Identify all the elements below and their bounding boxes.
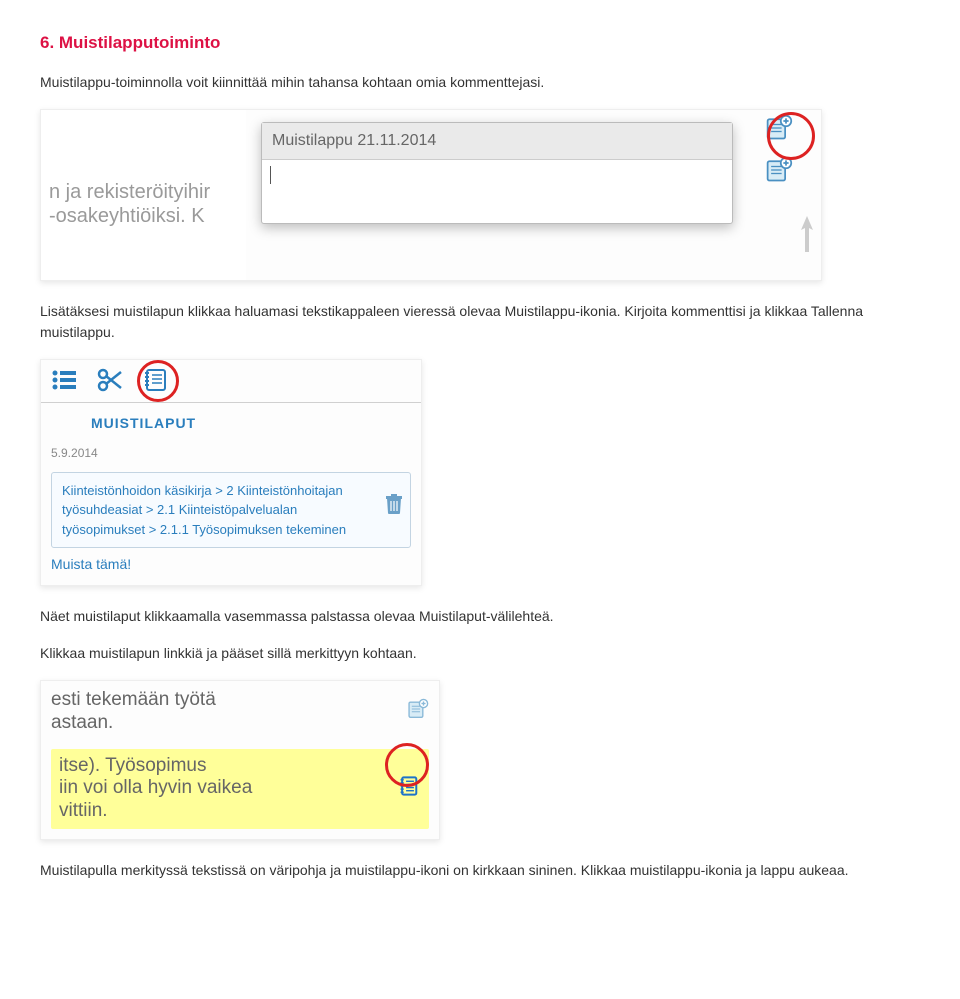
- article-text-highlighted: itse). Työsopimus iin voi olla hyvin vai…: [59, 755, 389, 823]
- instruction-paragraph: Lisätäksesi muistilapun klikkaa haluamas…: [40, 301, 920, 343]
- bg-text-line: -osakeyhtiöiksi. K: [49, 204, 246, 228]
- scroll-hint-icon: [797, 214, 817, 254]
- tab-toolbar: [41, 360, 421, 403]
- bg-text-line: n ja rekisteröityihir: [49, 180, 246, 204]
- note-panel-title: Muistilappu 21.11.2014: [272, 132, 436, 149]
- instruction-paragraph: Näet muistilaput klikkaamalla vasemmassa…: [40, 606, 920, 627]
- text-line: vittiin.: [59, 800, 389, 823]
- notes-tab-icon[interactable]: [143, 368, 171, 398]
- instruction-paragraph: Klikkaa muistilapun linkkiä ja pääset si…: [40, 643, 920, 664]
- add-note-icon[interactable]: [765, 114, 795, 138]
- background-article-text: n ja rekisteröityihir -osakeyhtiöiksi. K: [41, 110, 246, 280]
- screenshot-highlighted-text: esti tekemään työtä astaan. itse). Työso…: [40, 680, 440, 840]
- intro-paragraph: Muistilappu-toiminnolla voit kiinnittää …: [40, 72, 920, 93]
- screenshot-notes-tab: MUISTILAPUT 5.9.2014 Kiinteistönhoidon k…: [40, 359, 422, 587]
- text-line: astaan.: [51, 712, 397, 735]
- note-panel-header: Muistilappu 21.11.2014: [262, 123, 732, 160]
- article-text: esti tekemään työtä astaan.: [51, 689, 397, 735]
- text-row-plain: esti tekemään työtä astaan.: [51, 689, 429, 735]
- notes-heading: MUISTILAPUT: [41, 403, 421, 436]
- section-heading: 6. Muistilapputoiminto: [40, 30, 920, 56]
- text-line: itse). Työsopimus: [59, 755, 389, 778]
- text-line: iin voi olla hyvin vaikea: [59, 777, 389, 800]
- note-date: 5.9.2014: [41, 436, 421, 470]
- text-row-highlighted: itse). Työsopimus iin voi olla hyvin vai…: [51, 749, 429, 829]
- note-panel: Muistilappu 21.11.2014: [261, 122, 733, 224]
- instruction-paragraph: Muistilapulla merkityssä tekstissä on vä…: [40, 860, 920, 881]
- screenshot-add-note: n ja rekisteröityihir -osakeyhtiöiksi. K…: [40, 109, 822, 281]
- note-path-text: Kiinteistönhoidon käsikirja > 2 Kiinteis…: [62, 483, 346, 537]
- add-note-icon[interactable]: [407, 698, 429, 726]
- scissors-tab-icon[interactable]: [97, 368, 125, 398]
- note-icon[interactable]: [399, 775, 421, 803]
- add-note-icon[interactable]: [765, 156, 795, 180]
- note-link[interactable]: Kiinteistönhoidon käsikirja > 2 Kiinteis…: [51, 472, 411, 549]
- note-textarea[interactable]: [262, 160, 732, 232]
- note-preview-text: Muista tämä!: [41, 550, 421, 575]
- margin-icons: [765, 114, 809, 198]
- text-line: esti tekemään työtä: [51, 689, 397, 712]
- trash-icon[interactable]: [384, 493, 404, 521]
- toc-tab-icon[interactable]: [51, 368, 79, 398]
